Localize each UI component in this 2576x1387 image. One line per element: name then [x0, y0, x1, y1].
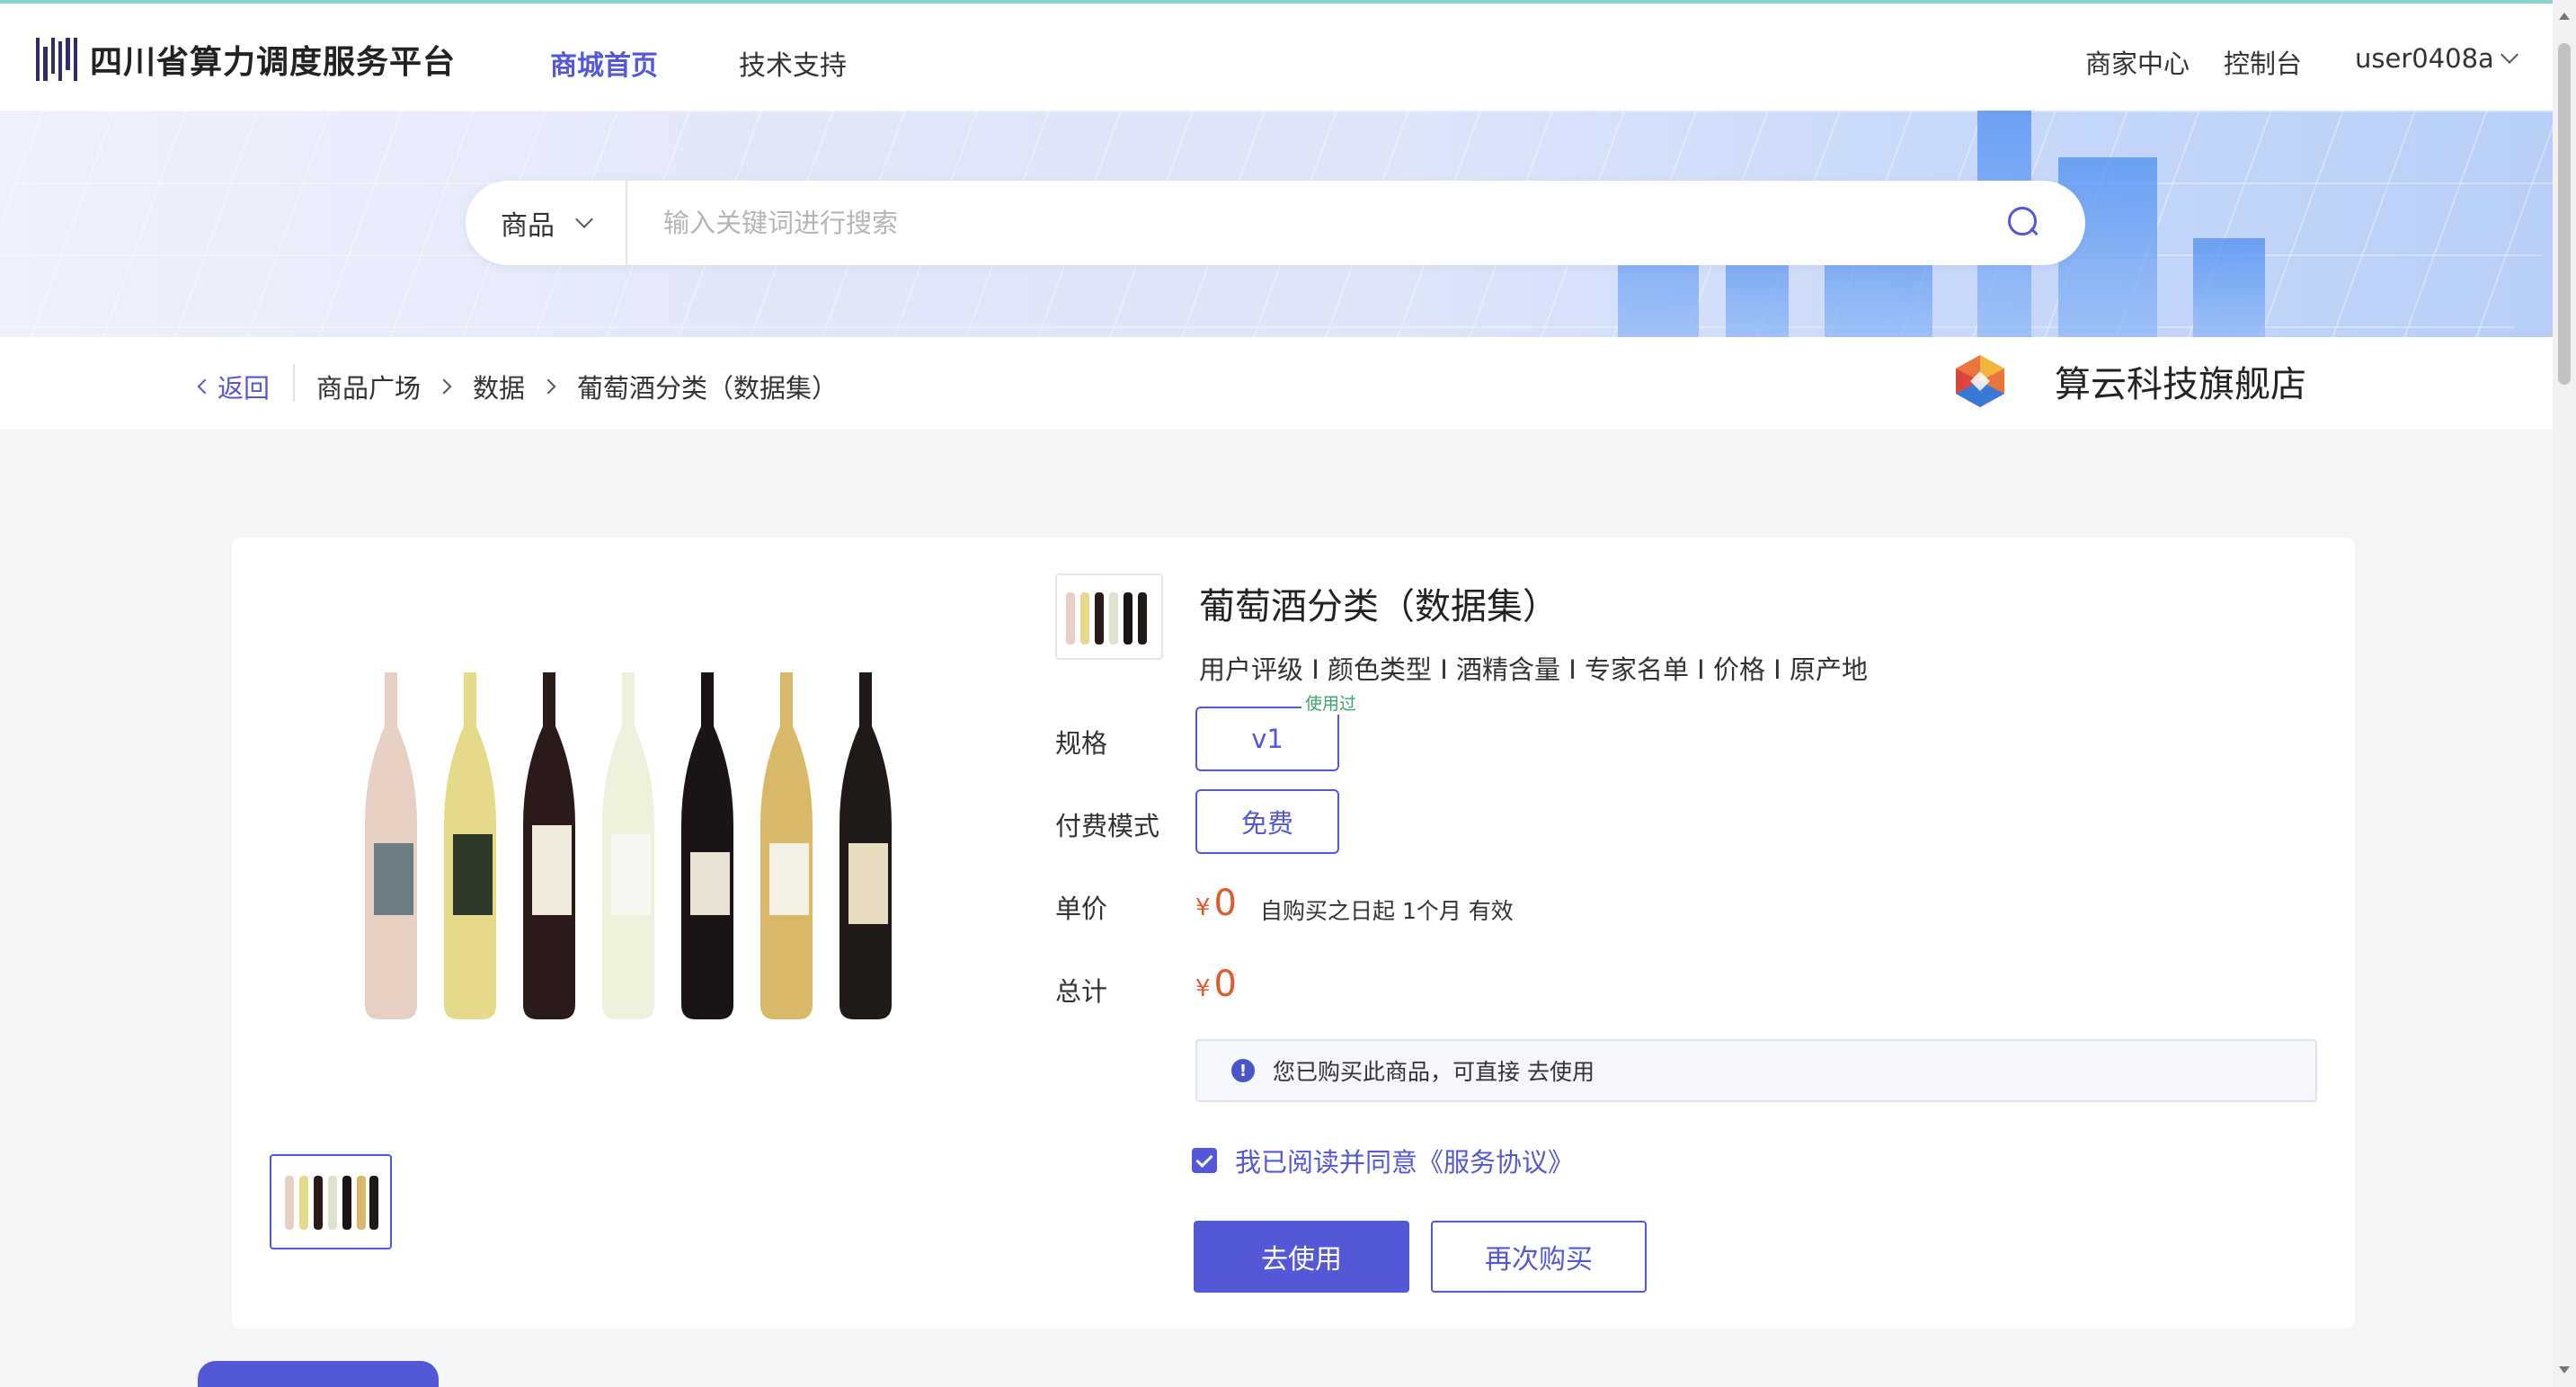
chevron-down-icon — [2500, 46, 2518, 64]
unit-price-label: 单价 — [1055, 894, 1108, 924]
back-label: 返回 — [218, 373, 271, 404]
spec-label: 规格 — [1055, 728, 1108, 759]
product-tags: 用户评级 I 颜色类型 I 酒精含量 I 专家名单 I 价格 I 原产地 — [1199, 654, 1868, 685]
search-input[interactable] — [627, 182, 1995, 263]
chevron-right-icon — [540, 378, 556, 395]
used-badge: 使用过 — [1301, 690, 1361, 715]
agreement-text[interactable]: 我已阅读并同意《服务协议》 — [1235, 1142, 1574, 1179]
shop-info[interactable]: 算云科技旗舰店 — [1952, 353, 2306, 409]
product-main-image — [365, 672, 892, 1019]
validity-text: 自购买之日起 1个月 有效 — [1260, 898, 1514, 924]
banner-building — [2193, 238, 2265, 337]
payment-mode-free[interactable]: 免费 — [1195, 789, 1339, 854]
payment-mode-label: 付费模式 — [1055, 811, 1160, 841]
platform-logo-icon — [36, 38, 77, 81]
currency-symbol: ¥ — [1195, 894, 1211, 921]
shop-logo-icon — [1956, 355, 2004, 407]
username: user0408a — [2355, 43, 2494, 74]
scrollbar-thumb[interactable] — [2558, 43, 2571, 385]
product-thumbnail-image — [285, 1176, 378, 1230]
search-icon[interactable] — [1995, 196, 2049, 250]
unit-price: ¥ 0 — [1195, 883, 1237, 924]
product-card: 葡萄酒分类（数据集） 用户评级 I 颜色类型 I 酒精含量 I 专家名单 I 价… — [232, 538, 2355, 1329]
shop-name: 算云科技旗舰店 — [2055, 364, 2306, 405]
chevron-right-icon — [436, 378, 452, 395]
search-category-value: 商品 — [501, 210, 555, 242]
unit-price-value: 0 — [1213, 883, 1237, 924]
scroll-up-icon[interactable] — [2559, 13, 2570, 20]
product-icon-image — [1055, 573, 1163, 660]
scroll-down-icon[interactable] — [2559, 1366, 2570, 1374]
breadcrumb: 商品广场 数据 葡萄酒分类（数据集） — [316, 368, 838, 405]
use-button[interactable]: 去使用 — [1194, 1221, 1409, 1293]
divider — [293, 364, 295, 402]
nav-tech-support[interactable]: 技术支持 — [739, 43, 847, 83]
currency-symbol: ¥ — [1195, 975, 1211, 1002]
breadcrumb-bar: 返回 商品广场 数据 葡萄酒分类（数据集） 算云科技旗舰店 — [0, 337, 2553, 429]
breadcrumb-item-current: 葡萄酒分类（数据集） — [577, 373, 839, 404]
merchant-center-link[interactable]: 商家中心 — [2085, 43, 2190, 81]
purchased-notice-text: 您已购买此商品，可直接 去使用 — [1273, 1059, 1594, 1085]
rebuy-button[interactable]: 再次购买 — [1431, 1221, 1647, 1293]
breadcrumb-item-data[interactable]: 数据 — [473, 368, 525, 405]
user-menu[interactable]: user0408a — [2355, 43, 2518, 74]
spec-option-v1[interactable]: v1 — [1195, 707, 1339, 771]
agreement-checkbox[interactable]: 我已阅读并同意《服务协议》 — [1192, 1142, 1574, 1179]
product-title: 葡萄酒分类（数据集） — [1199, 586, 1559, 627]
checkbox-checked-icon[interactable] — [1192, 1148, 1217, 1173]
purchased-notice: ! 您已购买此商品，可直接 去使用 — [1195, 1039, 2317, 1102]
total-label: 总计 — [1055, 976, 1108, 1007]
back-link[interactable]: 返回 — [197, 368, 271, 405]
total-price: ¥ 0 — [1195, 964, 1237, 1005]
nav-mall-home[interactable]: 商城首页 — [550, 43, 658, 83]
search-bar: 商品 — [466, 181, 2085, 265]
total-price-value: 0 — [1213, 964, 1237, 1005]
top-navbar: 四川省算力调度服务平台 商城首页 技术支持 商家中心 控制台 user0408a — [0, 0, 2576, 111]
bottom-tab-indicator[interactable] — [198, 1361, 439, 1387]
platform-logo[interactable]: 四川省算力调度服务平台 — [36, 36, 456, 83]
info-icon: ! — [1231, 1059, 1255, 1082]
console-link[interactable]: 控制台 — [2224, 43, 2302, 81]
page-scrollbar[interactable] — [2553, 0, 2576, 1387]
product-small-image — [1066, 592, 1147, 645]
breadcrumb-item-product-square[interactable]: 商品广场 — [316, 368, 421, 405]
search-category-select[interactable]: 商品 — [466, 181, 627, 265]
chevron-down-icon — [575, 210, 593, 228]
platform-name: 四川省算力调度服务平台 — [90, 44, 457, 81]
product-thumbnail[interactable] — [270, 1154, 392, 1249]
chevron-left-icon — [197, 378, 213, 395]
